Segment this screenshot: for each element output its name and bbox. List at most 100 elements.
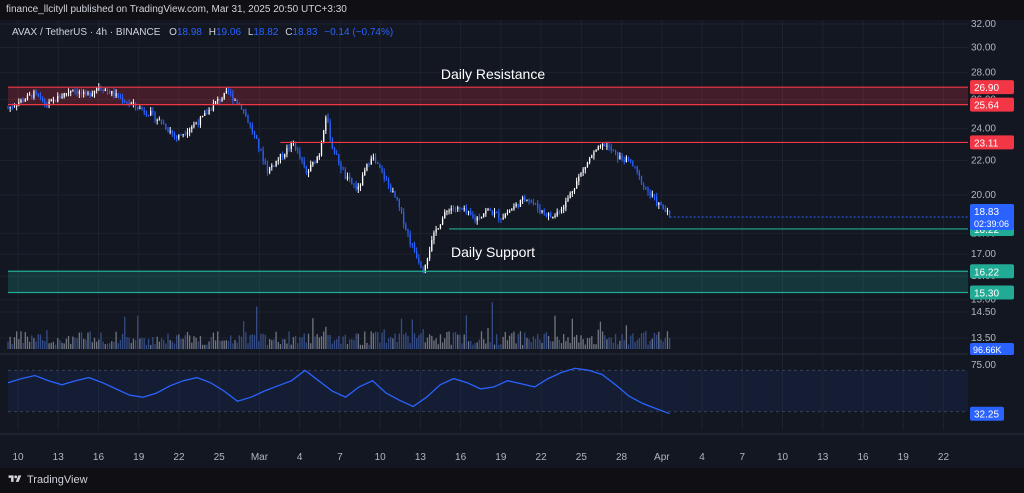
time-tick-label: 7 bbox=[337, 452, 343, 463]
price-tick-label: 13.50 bbox=[971, 333, 996, 344]
volume-bar bbox=[463, 334, 465, 349]
candle-body bbox=[171, 130, 173, 134]
candle-body bbox=[124, 101, 126, 103]
volume-bar bbox=[238, 335, 240, 349]
candle-body bbox=[483, 213, 485, 217]
volume-bar bbox=[433, 340, 435, 349]
candle-body bbox=[418, 257, 420, 263]
chart-canvas[interactable]: 32.0030.0028.0026.0024.0022.0020.0018.00… bbox=[0, 20, 1024, 468]
volume-bar bbox=[418, 335, 420, 349]
volume-bar bbox=[288, 331, 290, 349]
volume-bar bbox=[554, 315, 556, 349]
candle-body bbox=[361, 175, 364, 186]
volume-bar bbox=[83, 338, 85, 349]
volume-bar bbox=[134, 340, 137, 349]
candle-body bbox=[271, 165, 273, 168]
candle-body bbox=[612, 150, 615, 152]
price-tick-label: 24.00 bbox=[971, 124, 996, 135]
candle-body bbox=[305, 166, 308, 174]
candle-body bbox=[606, 145, 608, 147]
volume-bar bbox=[550, 341, 552, 349]
volume-bar bbox=[160, 338, 163, 349]
candle-body bbox=[565, 201, 567, 208]
candle-body bbox=[591, 155, 593, 159]
volume-bar bbox=[623, 340, 625, 349]
volume-bar bbox=[508, 335, 511, 349]
volume-bar bbox=[286, 343, 288, 349]
level-lines bbox=[8, 86, 968, 294]
volume-bar bbox=[666, 331, 669, 349]
volume-bar bbox=[113, 341, 115, 349]
volume-bar bbox=[258, 341, 260, 349]
volume-bar bbox=[232, 343, 234, 349]
volume-bar bbox=[115, 331, 117, 349]
time-tick-label: 7 bbox=[740, 452, 746, 463]
candle-body bbox=[515, 204, 517, 207]
high-value: 19.06 bbox=[216, 27, 241, 38]
candle-body bbox=[582, 169, 584, 173]
volume-bar bbox=[411, 319, 413, 349]
candle-body bbox=[266, 164, 269, 173]
volume-bar bbox=[201, 344, 204, 349]
publish-header: finance_llcityll published on TradingVie… bbox=[0, 0, 1024, 20]
volume-bar bbox=[191, 342, 193, 349]
volume-bar bbox=[478, 339, 480, 349]
candle-body bbox=[530, 200, 532, 202]
time-axis[interactable]: 10 13 16 19 22 25 Mar 4 7 10 13 16 19 22 25 28 Apr 4 7 10 13… bbox=[0, 433, 1024, 463]
candle-body bbox=[344, 169, 346, 179]
candle-body bbox=[333, 148, 336, 154]
candle-body bbox=[145, 112, 148, 115]
volume-bar bbox=[545, 332, 548, 349]
time-tick-label: 16 bbox=[455, 452, 467, 463]
candle-body bbox=[662, 204, 664, 210]
volume-bar bbox=[379, 342, 381, 349]
volume-bar bbox=[277, 341, 279, 349]
candle-body bbox=[163, 123, 165, 125]
candle-body bbox=[277, 159, 279, 161]
time-tick-label: 19 bbox=[133, 452, 145, 463]
candle-body bbox=[366, 163, 368, 171]
candle-body bbox=[433, 232, 435, 241]
candle-body bbox=[450, 208, 452, 211]
candle-body bbox=[493, 212, 496, 215]
volume-bar bbox=[517, 333, 519, 349]
volume-bar bbox=[80, 332, 83, 349]
volume-bar bbox=[169, 339, 171, 349]
volume-bar bbox=[26, 336, 29, 349]
volume-bar bbox=[612, 342, 615, 349]
volume-bar bbox=[498, 344, 500, 349]
candle-body bbox=[262, 150, 264, 162]
volume-bar bbox=[387, 338, 390, 349]
volume-bar bbox=[20, 331, 22, 349]
candle-body bbox=[355, 184, 357, 190]
volume-bar bbox=[307, 333, 310, 349]
candle-body bbox=[312, 161, 314, 165]
volume-bar bbox=[604, 335, 606, 349]
candle-body bbox=[152, 110, 154, 113]
last-price-label: 18.83 bbox=[974, 207, 999, 218]
candle-body bbox=[381, 168, 383, 172]
volume-bar bbox=[102, 341, 104, 349]
volume-bar bbox=[541, 342, 543, 349]
volume-bar bbox=[273, 339, 275, 349]
candle-body bbox=[301, 157, 303, 161]
candle-body bbox=[387, 179, 390, 186]
candle-body bbox=[578, 176, 580, 182]
candle-body bbox=[83, 92, 85, 95]
price-axis[interactable]: 32.0030.0028.0026.0024.0022.0020.0018.00… bbox=[970, 20, 1014, 421]
candle-body bbox=[610, 146, 612, 151]
candle-body bbox=[390, 185, 392, 193]
volume-bar bbox=[46, 330, 48, 349]
volume-bar bbox=[299, 337, 301, 349]
candle-body bbox=[554, 215, 556, 218]
candle-body bbox=[320, 142, 323, 156]
candle-body bbox=[11, 106, 13, 108]
candle-body bbox=[221, 98, 223, 101]
price-tick-label: 32.00 bbox=[971, 20, 996, 30]
publish-info: finance_llcityll published on TradingVie… bbox=[6, 4, 347, 15]
volume-bar bbox=[221, 340, 223, 349]
candle-body bbox=[89, 93, 91, 97]
candle-body bbox=[528, 199, 530, 201]
candle-body bbox=[508, 210, 511, 213]
volume-bar bbox=[331, 343, 333, 349]
